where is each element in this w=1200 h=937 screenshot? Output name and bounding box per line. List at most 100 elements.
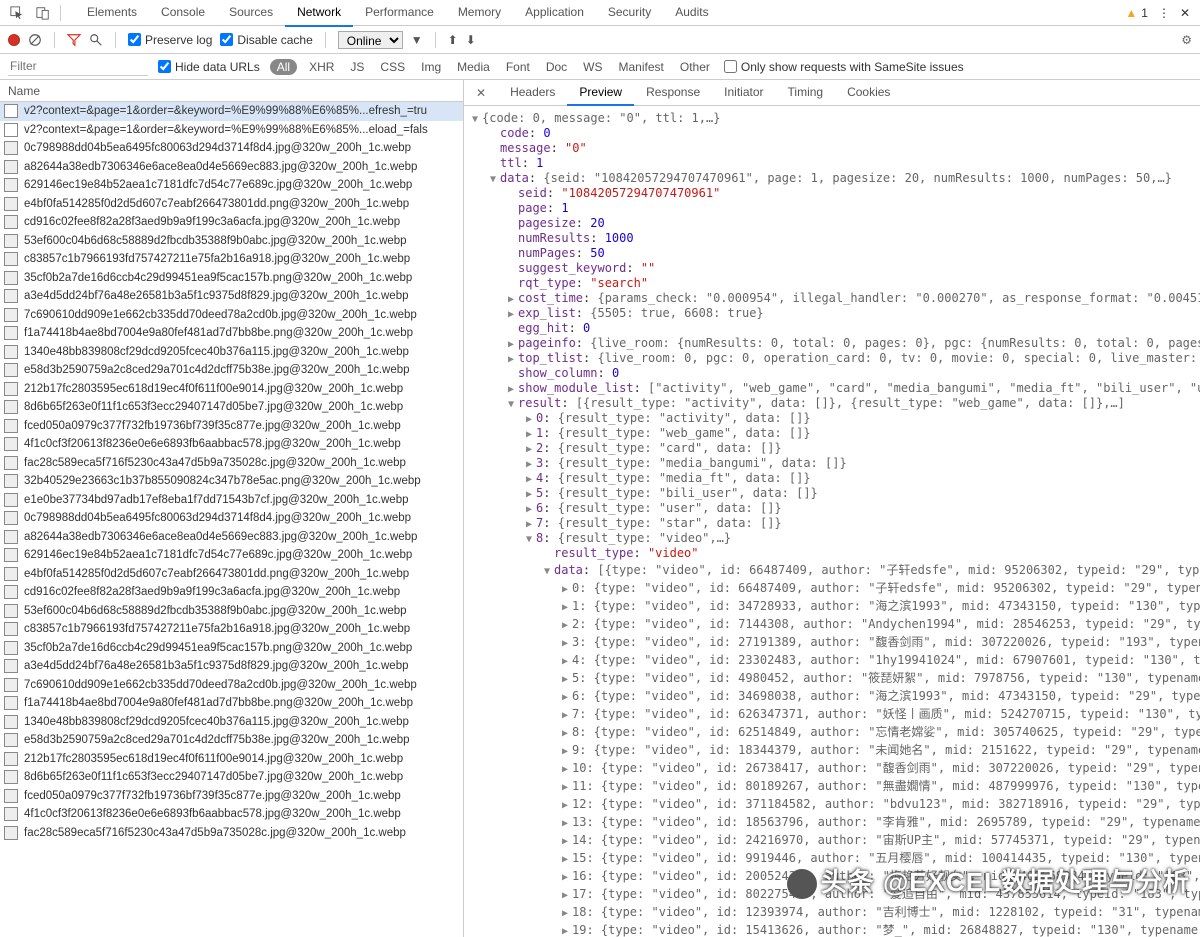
request-row[interactable]: 1340e48bb839808cf29dcd9205fcec40b376a115…: [0, 343, 463, 362]
request-row[interactable]: fced050a0979c377f732fb19736bf739f35c877e…: [0, 787, 463, 806]
request-name: f1a74418b4ae8bd7004e9a80fef481ad7d7bb8be…: [24, 697, 413, 709]
request-row[interactable]: 8d6b65f263e0f11f1c653f3ecc29407147d05be7…: [0, 398, 463, 417]
filter-type-js[interactable]: JS: [346, 58, 368, 76]
hide-data-urls-checkbox[interactable]: Hide data URLs: [158, 60, 260, 74]
request-row[interactable]: cd916c02fee8f82a28f3aed9b9a9f199c3a6acfa…: [0, 583, 463, 602]
tab-elements[interactable]: Elements: [75, 0, 149, 27]
filter-type-other[interactable]: Other: [676, 58, 714, 76]
request-row[interactable]: 7c690610dd909e1e662cb335dd70deed78a2cd0b…: [0, 676, 463, 695]
request-row[interactable]: fac28c589eca5f716f5230c43a47d5b9a735028c…: [0, 824, 463, 843]
tab-sources[interactable]: Sources: [217, 0, 285, 27]
request-row[interactable]: 1340e48bb839808cf29dcd9205fcec40b376a115…: [0, 713, 463, 732]
filter-type-media[interactable]: Media: [453, 58, 494, 76]
request-row[interactable]: a3e4d5dd24bf76a48e26581b3a5f1c9375d8f829…: [0, 287, 463, 306]
throttling-dropdown-icon[interactable]: ▼: [411, 33, 423, 47]
request-name: 35cf0b2a7de16d6ccb4c29d99451ea9f5cac157b…: [24, 642, 412, 654]
detail-tab-preview[interactable]: Preview: [567, 80, 634, 106]
device-toggle-icon[interactable]: [30, 1, 56, 24]
detail-tab-cookies[interactable]: Cookies: [835, 80, 902, 106]
samesite-checkbox[interactable]: Only show requests with SameSite issues: [724, 60, 964, 74]
tab-performance[interactable]: Performance: [353, 0, 446, 27]
tab-audits[interactable]: Audits: [663, 0, 720, 27]
settings-icon[interactable]: ⚙: [1181, 33, 1192, 47]
request-row[interactable]: 212b17fc2803595ec618d19ec4f0f611f00e9014…: [0, 380, 463, 399]
request-row[interactable]: e58d3b2590759a2c8ced29a701c4d2dcff75b38e…: [0, 361, 463, 380]
close-details-icon[interactable]: ✕: [468, 82, 494, 104]
clear-button[interactable]: [28, 32, 42, 47]
detail-tab-response[interactable]: Response: [634, 80, 712, 106]
filter-input[interactable]: [8, 57, 148, 76]
filter-icon[interactable]: [67, 32, 81, 47]
inspect-icon[interactable]: [4, 1, 30, 24]
filter-type-css[interactable]: CSS: [376, 58, 409, 76]
tab-network[interactable]: Network: [285, 0, 353, 27]
request-name: e1e0be37734bd97adb17ef8eba1f7dd71543b7cf…: [24, 494, 409, 506]
request-row[interactable]: a82644a38edb7306346e6ace8ea0d4e5669ec883…: [0, 158, 463, 177]
filter-type-font[interactable]: Font: [502, 58, 534, 76]
detail-tab-initiator[interactable]: Initiator: [712, 80, 775, 106]
detail-tab-timing[interactable]: Timing: [776, 80, 836, 106]
request-row[interactable]: 629146ec19e84b52aea1c7181dfc7d54c77e689c…: [0, 176, 463, 195]
request-row[interactable]: 7c690610dd909e1e662cb335dd70deed78a2cd0b…: [0, 306, 463, 325]
image-icon: [4, 382, 18, 396]
filter-type-img[interactable]: Img: [417, 58, 445, 76]
request-row[interactable]: 53ef600c04b6d68c58889d2fbcdb35388f9b0abc…: [0, 602, 463, 621]
close-devtools-icon[interactable]: ✕: [1180, 6, 1190, 20]
image-icon: [4, 456, 18, 470]
tab-memory[interactable]: Memory: [446, 0, 513, 27]
more-icon[interactable]: ⋮: [1158, 6, 1170, 20]
request-row[interactable]: 0c798988dd04b5ea6495fc80063d294d3714f8d4…: [0, 139, 463, 158]
request-row[interactable]: fac28c589eca5f716f5230c43a47d5b9a735028c…: [0, 454, 463, 473]
request-row[interactable]: cd916c02fee8f82a28f3aed9b9a9f199c3a6acfa…: [0, 213, 463, 232]
filter-type-doc[interactable]: Doc: [542, 58, 571, 76]
json-preview[interactable]: {code: 0, message: "0", ttl: 1,…}code: 0…: [464, 106, 1200, 937]
request-name: 7c690610dd909e1e662cb335dd70deed78a2cd0b…: [24, 309, 417, 321]
details-tabs: ✕ HeadersPreviewResponseInitiatorTimingC…: [464, 80, 1200, 106]
request-row[interactable]: v2?context=&page=1&order=&keyword=%E9%99…: [0, 102, 463, 121]
request-row[interactable]: 32b40529e23663c1b37b855090824c347b78e5ac…: [0, 472, 463, 491]
request-row[interactable]: fced050a0979c377f732fb19736bf739f35c877e…: [0, 417, 463, 436]
upload-icon[interactable]: ⬆: [448, 33, 458, 47]
request-row[interactable]: 0c798988dd04b5ea6495fc80063d294d3714f8d4…: [0, 509, 463, 528]
request-row[interactable]: f1a74418b4ae8bd7004e9a80fef481ad7d7bb8be…: [0, 694, 463, 713]
preserve-log-checkbox[interactable]: Preserve log: [128, 33, 212, 47]
request-name: a3e4d5dd24bf76a48e26581b3a5f1c9375d8f829…: [24, 290, 409, 302]
request-row[interactable]: c83857c1b7966193fd757427211e75fa2b16a918…: [0, 250, 463, 269]
filter-type-all[interactable]: All: [270, 59, 297, 75]
request-row[interactable]: e4bf0fa514285f0d2d5d607c7eabf266473801dd…: [0, 195, 463, 214]
request-row[interactable]: 35cf0b2a7de16d6ccb4c29d99451ea9f5cac157b…: [0, 269, 463, 288]
request-row[interactable]: 53ef600c04b6d68c58889d2fbcdb35388f9b0abc…: [0, 232, 463, 251]
detail-tab-headers[interactable]: Headers: [498, 80, 567, 106]
download-icon[interactable]: ⬇: [466, 33, 476, 47]
warning-badge[interactable]: ▲1: [1125, 6, 1148, 20]
tab-console[interactable]: Console: [149, 0, 217, 27]
filter-type-xhr[interactable]: XHR: [305, 58, 338, 76]
request-row[interactable]: 212b17fc2803595ec618d19ec4f0f611f00e9014…: [0, 750, 463, 769]
request-row[interactable]: 35cf0b2a7de16d6ccb4c29d99451ea9f5cac157b…: [0, 639, 463, 658]
request-row[interactable]: 4f1c0cf3f20613f8236e0e6e6893fb6aabbac578…: [0, 805, 463, 824]
filter-bar: Hide data URLs All XHR JS CSS Img Media Font Do…: [0, 54, 1200, 80]
request-row[interactable]: c83857c1b7966193fd757427211e75fa2b16a918…: [0, 620, 463, 639]
filter-type-manifest[interactable]: Manifest: [615, 58, 668, 76]
throttling-select[interactable]: Online: [338, 31, 403, 49]
request-row[interactable]: 8d6b65f263e0f11f1c653f3ecc29407147d05be7…: [0, 768, 463, 787]
request-row[interactable]: a82644a38edb7306346e6ace8ea0d4e5669ec883…: [0, 528, 463, 547]
request-row[interactable]: 629146ec19e84b52aea1c7181dfc7d54c77e689c…: [0, 546, 463, 565]
request-row[interactable]: a3e4d5dd24bf76a48e26581b3a5f1c9375d8f829…: [0, 657, 463, 676]
request-row[interactable]: e1e0be37734bd97adb17ef8eba1f7dd71543b7cf…: [0, 491, 463, 510]
tab-security[interactable]: Security: [596, 0, 663, 27]
request-row[interactable]: f1a74418b4ae8bd7004e9a80fef481ad7d7bb8be…: [0, 324, 463, 343]
disable-cache-checkbox[interactable]: Disable cache: [220, 33, 312, 47]
request-name: 53ef600c04b6d68c58889d2fbcdb35388f9b0abc…: [24, 605, 407, 617]
request-row[interactable]: v2?context=&page=1&order=&keyword=%E9%99…: [0, 121, 463, 140]
search-icon[interactable]: [89, 32, 103, 47]
request-row[interactable]: 4f1c0cf3f20613f8236e0e6e6893fb6aabbac578…: [0, 435, 463, 454]
request-list-panel: Name v2?context=&page=1&order=&keyword=%…: [0, 80, 464, 937]
name-column-header[interactable]: Name: [0, 80, 463, 102]
request-row[interactable]: e58d3b2590759a2c8ced29a701c4d2dcff75b38e…: [0, 731, 463, 750]
tab-application[interactable]: Application: [513, 0, 596, 27]
request-row[interactable]: e4bf0fa514285f0d2d5d607c7eabf266473801dd…: [0, 565, 463, 584]
filter-type-ws[interactable]: WS: [579, 58, 606, 76]
image-icon: [4, 437, 18, 451]
record-button[interactable]: [8, 34, 20, 46]
